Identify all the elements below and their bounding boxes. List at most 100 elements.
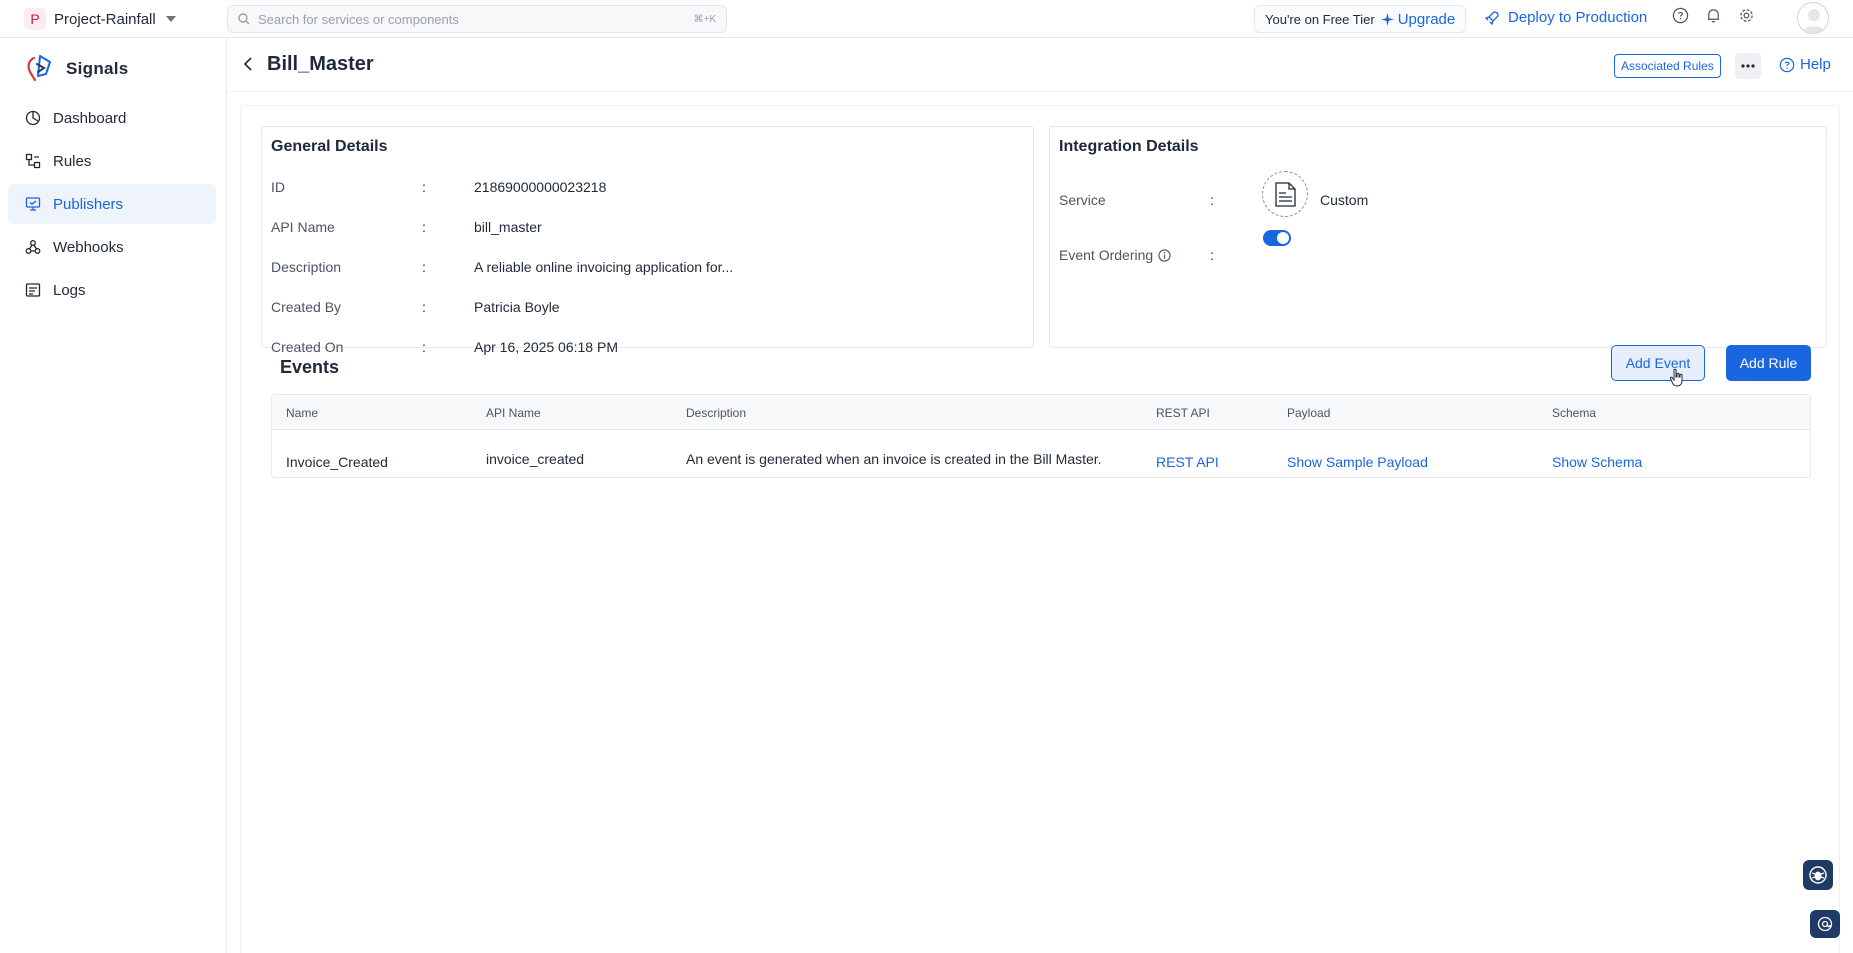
search-input[interactable] (258, 11, 694, 27)
custom-service-icon (1262, 171, 1308, 217)
general-details-card: General Details ID : 21869000000023218 A… (261, 126, 1034, 355)
event-ordering-toggle[interactable] (1263, 230, 1291, 246)
help-label: Help (1800, 56, 1831, 73)
info-icon[interactable] (1158, 248, 1171, 262)
sidebar-item-label: Dashboard (53, 109, 127, 127)
show-sample-payload-link[interactable]: Show Sample Payload (1287, 454, 1428, 470)
detail-label: ID (271, 179, 285, 195)
brand: Signals (24, 54, 129, 84)
detail-label: Event Ordering (1059, 247, 1189, 263)
sidebar-item-dashboard[interactable]: Dashboard (8, 98, 216, 138)
rules-icon (25, 153, 41, 169)
help-link[interactable]: Help (1779, 56, 1831, 73)
sidebar-item-logs[interactable]: Logs (8, 270, 216, 310)
add-event-button[interactable]: Add Event (1611, 345, 1705, 381)
events-title: Events (280, 357, 340, 377)
detail-separator: : (1210, 192, 1214, 208)
logs-icon (25, 283, 41, 297)
upgrade-label: Upgrade (1397, 10, 1456, 28)
sidebar-item-webhooks[interactable]: Webhooks (8, 227, 216, 267)
project-switcher[interactable]: P Project-Rainfall (24, 7, 176, 31)
page-title: Bill_Master (267, 53, 374, 75)
sidebar-item-label: Publishers (53, 195, 124, 213)
detail-value: Apr 16, 2025 06:18 PM (474, 339, 618, 355)
rocket-icon (1484, 10, 1499, 25)
detail-separator: : (422, 299, 426, 315)
event-name: Invoice_Created (286, 454, 388, 470)
publisher-content: General Details ID : 21869000000023218 A… (240, 105, 1840, 953)
support-chat-button[interactable] (1810, 910, 1840, 938)
detail-value: bill_master (474, 219, 542, 235)
sidebar-item-label: Logs (53, 281, 86, 299)
help-circle-icon (1779, 57, 1795, 72)
add-rule-button[interactable]: Add Rule (1726, 345, 1811, 381)
bug-icon (1809, 866, 1827, 884)
general-details-title: General Details (271, 138, 388, 155)
search-bar[interactable]: ⌘+K (227, 5, 727, 33)
detail-label: Service (1059, 192, 1106, 208)
caret-down-icon (165, 16, 176, 22)
event-ordering-label: Event Ordering (1059, 247, 1154, 263)
service-value: Custom (1320, 192, 1369, 208)
gear-icon[interactable] (1738, 7, 1755, 24)
column-header-schema: Schema (1552, 406, 1597, 420)
signals-logo-icon (27, 55, 51, 82)
top-bar: P Project-Rainfall ⌘+K You're on Free Ti… (0, 0, 1853, 38)
bug-report-button[interactable] (1803, 860, 1833, 890)
dashboard-icon (25, 110, 41, 126)
bell-icon[interactable] (1705, 7, 1722, 24)
deploy-button[interactable]: Deploy to Production (1484, 9, 1647, 26)
detail-separator: : (422, 339, 426, 355)
table-header: Name API Name Description REST API Paylo… (272, 395, 1810, 430)
page-header: Bill_Master Associated Rules Help (227, 38, 1853, 92)
integration-details-title: Integration Details (1059, 138, 1199, 155)
detail-value: Patricia Boyle (474, 299, 560, 315)
tier-text: You're on Free Tier (1265, 11, 1375, 27)
project-avatar: P (24, 8, 46, 30)
more-options-button[interactable] (1735, 53, 1761, 79)
at-sign-icon (1817, 916, 1833, 932)
deploy-label: Deploy to Production (1508, 9, 1648, 26)
document-icon (1275, 182, 1296, 207)
detail-label: Created By (271, 299, 342, 315)
rest-api-link[interactable]: REST API (1156, 454, 1219, 470)
sidebar-item-label: Webhooks (53, 238, 124, 256)
column-header-description: Description (686, 406, 747, 420)
detail-label: Description (271, 259, 342, 275)
event-description: An event is generated when an invoice is… (686, 451, 1102, 467)
tier-banner: You're on Free Tier Upgrade (1254, 5, 1467, 33)
detail-separator: : (422, 179, 426, 195)
sidebar-item-label: Rules (53, 152, 92, 170)
sidebar-nav: Dashboard Rules Publishers Webhooks Logs (8, 98, 216, 313)
column-header-payload: Payload (1287, 406, 1331, 420)
help-circle-icon[interactable] (1672, 7, 1689, 24)
search-shortcut: ⌘+K (693, 13, 716, 25)
user-icon (1802, 9, 1826, 33)
hand-cursor-icon (1669, 368, 1683, 387)
upgrade-link[interactable]: Upgrade (1380, 10, 1456, 28)
project-name: Project-Rainfall (54, 10, 156, 28)
detail-value: 21869000000023218 (474, 179, 607, 195)
detail-label: Created On (271, 339, 344, 355)
top-icon-group (1672, 7, 1755, 24)
ellipsis-icon (1741, 64, 1755, 68)
detail-separator: : (422, 219, 426, 235)
publishers-icon (25, 197, 41, 211)
events-table: Name API Name Description REST API Paylo… (271, 394, 1811, 478)
search-icon (238, 13, 250, 25)
sidebar-item-publishers[interactable]: Publishers (8, 184, 216, 224)
detail-label: API Name (271, 219, 335, 235)
sidebar: Signals Dashboard Rules Publishers Webho… (0, 38, 227, 953)
column-header-api-name: API Name (486, 406, 541, 420)
integration-details-card: Integration Details Service : Custom Eve… (1049, 126, 1827, 348)
back-arrow-icon[interactable] (243, 56, 253, 72)
column-header-rest-api: REST API (1156, 406, 1210, 420)
column-header-name: Name (286, 406, 319, 420)
brand-name: Signals (66, 59, 129, 78)
associated-rules-button[interactable]: Associated Rules (1614, 54, 1721, 78)
event-api-name: invoice_created (486, 451, 585, 467)
avatar[interactable] (1797, 2, 1829, 34)
sidebar-item-rules[interactable]: Rules (8, 141, 216, 181)
show-schema-link[interactable]: Show Schema (1552, 454, 1642, 470)
detail-value: A reliable online invoicing application … (474, 259, 734, 275)
